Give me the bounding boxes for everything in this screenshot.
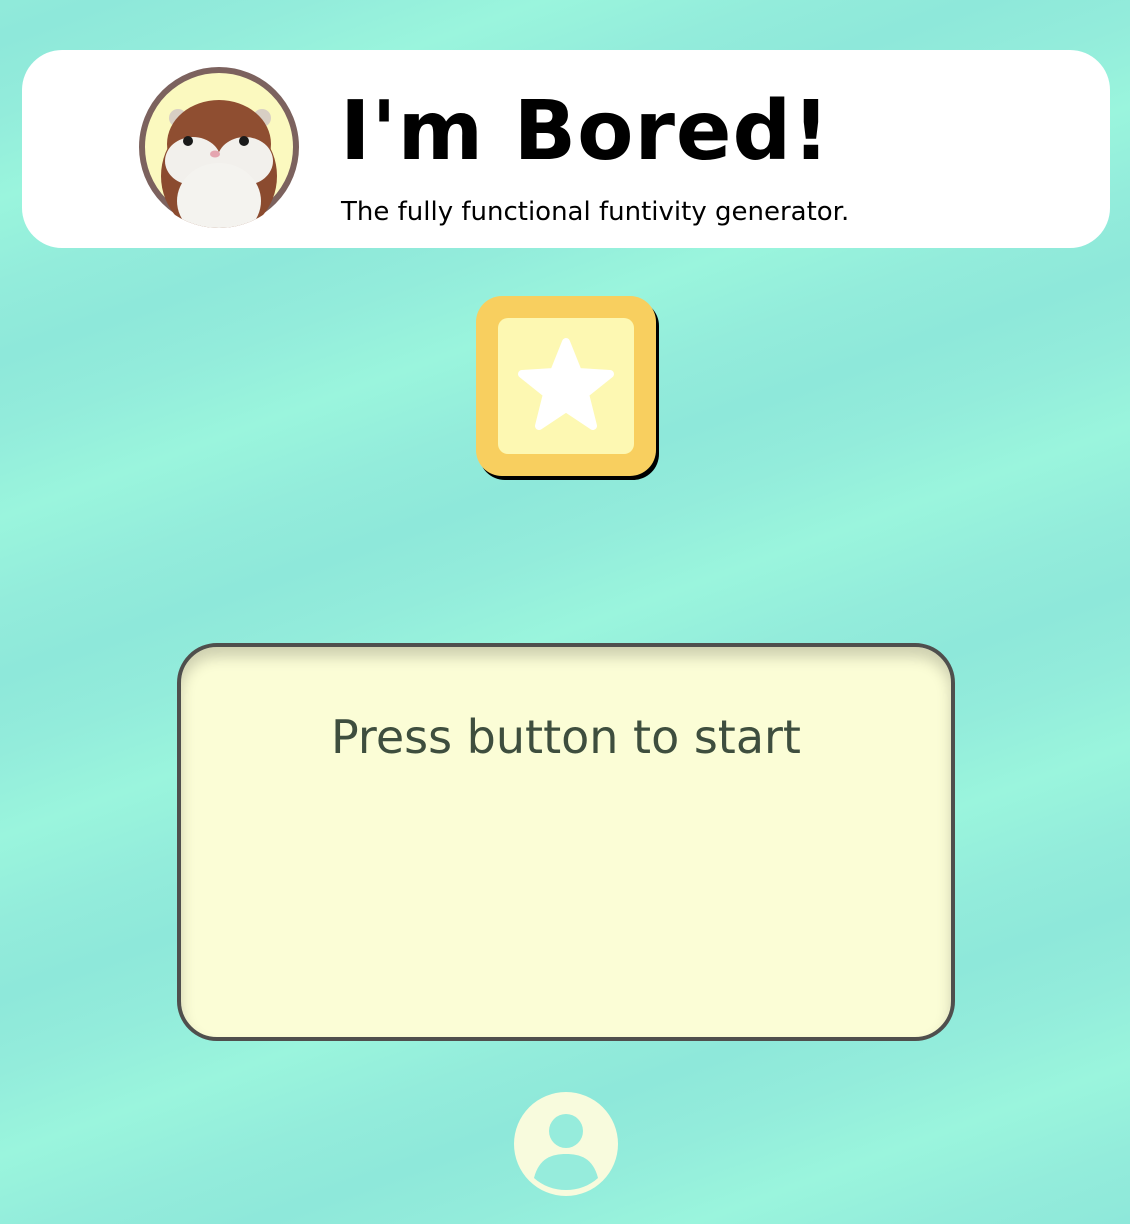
activity-result-card: Press button to start (177, 643, 955, 1041)
star-icon (518, 338, 614, 430)
generate-activity-button[interactable] (476, 296, 656, 476)
profile-button[interactable] (512, 1090, 620, 1198)
avatar (138, 66, 300, 228)
app-subtitle: The fully functional funtivity generator… (341, 197, 850, 227)
hamster-avatar-icon (139, 67, 299, 228)
star-button-face (498, 318, 634, 454)
result-text: Press button to start (331, 710, 801, 764)
app-title: I'm Bored! (340, 84, 831, 179)
user-icon (514, 1092, 618, 1196)
